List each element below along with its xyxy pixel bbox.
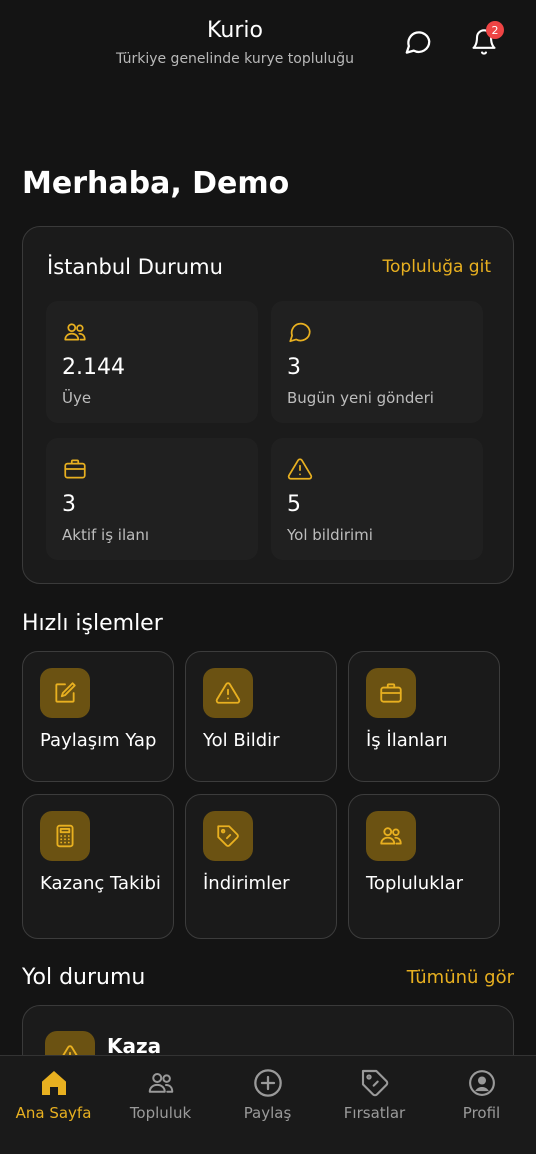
nav-icon-wrap xyxy=(144,1066,178,1100)
chat-icon xyxy=(289,322,311,343)
quick-action-road-report[interactable]: Yol Bildir xyxy=(185,651,337,782)
quick-action-icon-box xyxy=(40,668,90,718)
quick-action-label: Kazanç Takibi xyxy=(40,873,161,894)
quick-action-communities[interactable]: Topluluklar xyxy=(348,794,500,939)
bottom-nav: Ana Sayfa Topluluk Paylaş Fırsatlar Prof… xyxy=(0,1055,536,1154)
road-status-title: Yol durumu xyxy=(22,965,146,990)
nav-label: Topluluk xyxy=(129,1104,192,1122)
notification-badge: 2 xyxy=(486,21,504,39)
go-to-community-link[interactable]: Topluluğa git xyxy=(383,257,491,277)
nav-icon-wrap xyxy=(358,1066,392,1100)
nav-share[interactable]: Paylaş xyxy=(214,1056,321,1154)
profile-icon xyxy=(468,1070,495,1096)
plus-circle-icon xyxy=(253,1069,282,1097)
stat-label: Aktif iş ilanı xyxy=(62,526,149,544)
users-icon xyxy=(380,827,402,845)
app-header: Kurio Türkiye genelinde kurye topluluğu … xyxy=(0,0,536,90)
quick-action-icon-box xyxy=(203,811,253,861)
edit-icon xyxy=(55,682,76,703)
quick-action-icon-box xyxy=(366,811,416,861)
quick-action-label: Topluluklar xyxy=(366,873,464,894)
briefcase-icon xyxy=(64,459,86,479)
stat-label: Üye xyxy=(62,389,92,407)
users-icon xyxy=(148,1073,173,1093)
tag-icon xyxy=(217,825,239,847)
nav-label: Fırsatlar xyxy=(343,1104,406,1122)
quick-action-icon-box xyxy=(203,668,253,718)
notifications-button[interactable]: 2 xyxy=(466,21,504,60)
greeting-title: Merhaba, Demo xyxy=(22,166,290,201)
nav-opportunities[interactable]: Fırsatlar xyxy=(321,1056,428,1154)
stat-value: 5 xyxy=(287,492,301,517)
quick-action-icon-box xyxy=(40,811,90,861)
nav-icon-wrap xyxy=(251,1066,285,1100)
quick-action-earnings[interactable]: Kazanç Takibi xyxy=(22,794,174,939)
city-status-card: İstanbul Durumu Topluluğa git 2.144 Üye … xyxy=(22,226,514,584)
stat-value: 3 xyxy=(62,492,76,517)
stat-value: 2.144 xyxy=(62,355,125,380)
tag-icon xyxy=(361,1069,388,1097)
quick-action-discounts[interactable]: İndirimler xyxy=(185,794,337,939)
quick-action-label: İndirimler xyxy=(203,873,290,894)
calculator-icon xyxy=(56,824,74,848)
stat-value: 3 xyxy=(287,355,301,380)
stat-road-reports: 5 Yol bildirimi xyxy=(271,438,483,560)
chat-icon xyxy=(405,31,431,54)
warning-icon xyxy=(215,682,241,704)
nav-label: Ana Sayfa xyxy=(15,1104,92,1122)
warning-icon xyxy=(287,458,313,480)
messages-button[interactable] xyxy=(400,24,436,60)
users-icon xyxy=(64,323,86,341)
stat-new-posts: 3 Bugün yeni gönderi xyxy=(271,301,483,423)
nav-profile[interactable]: Profil xyxy=(428,1056,535,1154)
quick-action-label: Yol Bildir xyxy=(203,730,280,751)
nav-label: Profil xyxy=(462,1104,501,1122)
quick-action-jobs[interactable]: İş İlanları xyxy=(348,651,500,782)
briefcase-icon xyxy=(380,683,402,703)
quick-action-label: İş İlanları xyxy=(366,730,448,751)
quick-action-label: Paylaşım Yap xyxy=(40,730,157,751)
nav-home[interactable]: Ana Sayfa xyxy=(0,1056,107,1154)
stat-label: Bugün yeni gönderi xyxy=(287,389,434,407)
nav-label: Paylaş xyxy=(243,1104,292,1122)
quick-action-share[interactable]: Paylaşım Yap xyxy=(22,651,174,782)
city-status-title: İstanbul Durumu xyxy=(47,255,223,279)
nav-community[interactable]: Topluluk xyxy=(107,1056,214,1154)
stat-label: Yol bildirimi xyxy=(287,526,373,544)
nav-icon-wrap xyxy=(465,1066,499,1100)
stat-members: 2.144 Üye xyxy=(46,301,258,423)
quick-actions-title: Hızlı işlemler xyxy=(22,611,163,636)
home-icon xyxy=(41,1071,66,1095)
nav-icon-wrap xyxy=(37,1066,71,1100)
stat-active-jobs: 3 Aktif iş ilanı xyxy=(46,438,258,560)
see-all-link[interactable]: Tümünü gör xyxy=(407,967,514,988)
quick-action-icon-box xyxy=(366,668,416,718)
